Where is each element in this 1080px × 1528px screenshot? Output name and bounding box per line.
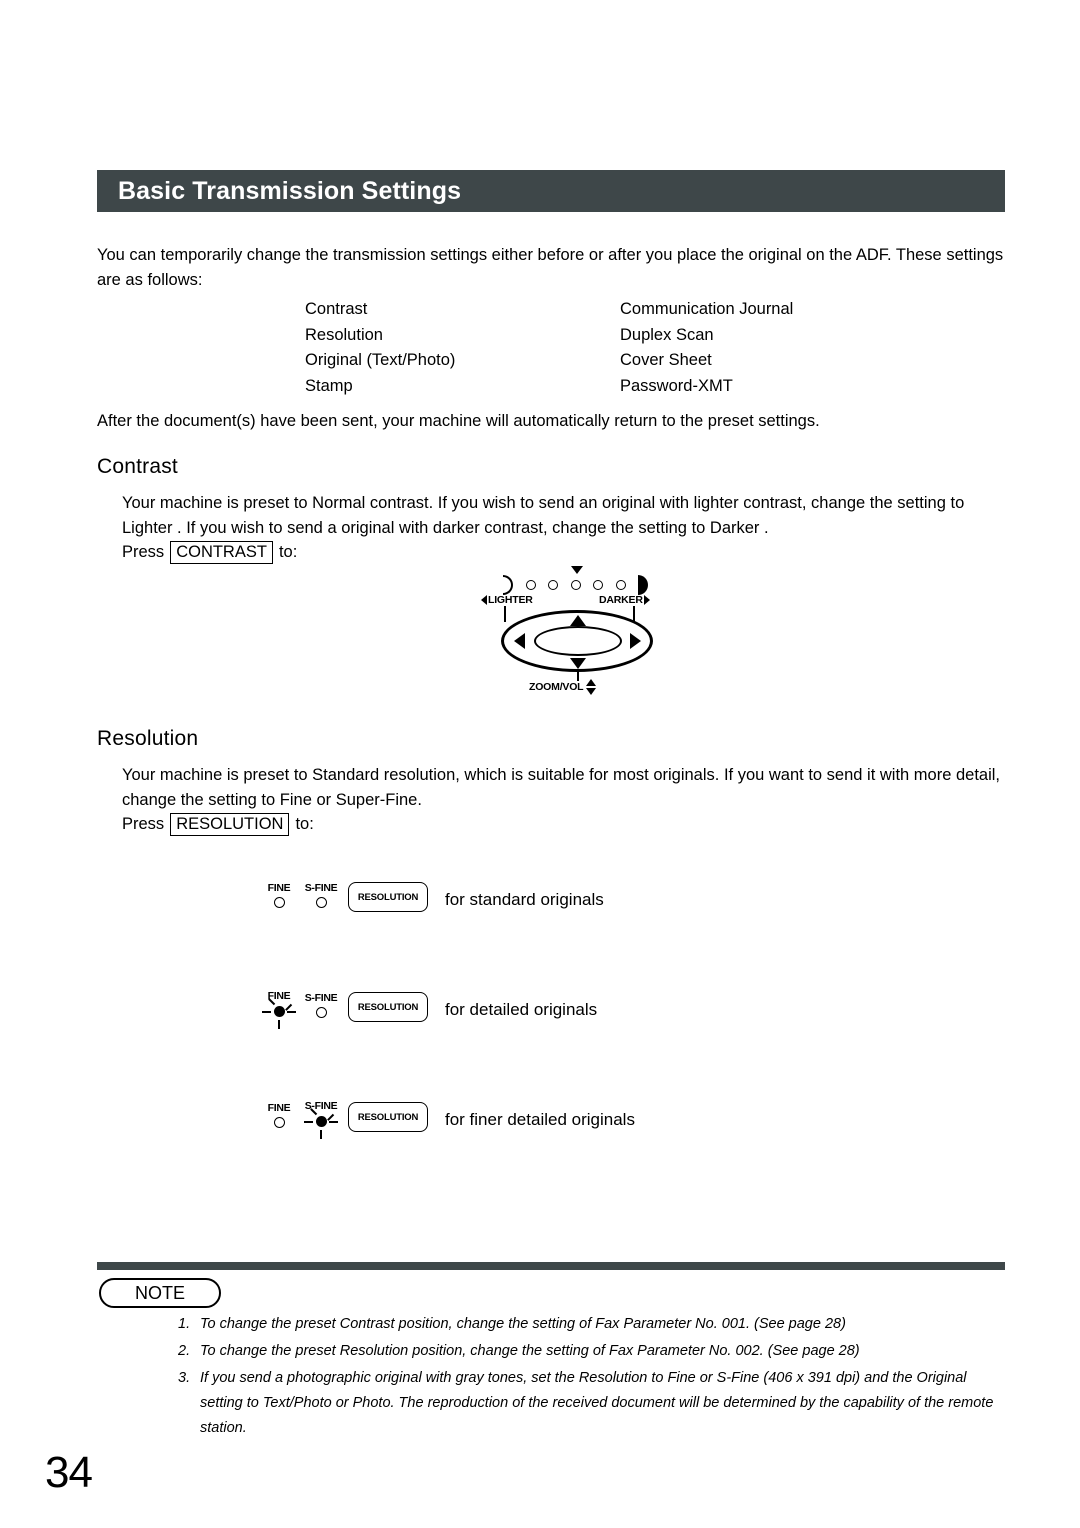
note-text: To change the preset Contrast position, … xyxy=(200,1316,846,1332)
fine-led-group: FINE xyxy=(258,1086,300,1136)
contrast-position-marker-icon xyxy=(571,566,583,574)
note-number: 2. xyxy=(178,1343,191,1359)
sfine-led-label: S-FINE xyxy=(304,992,338,1004)
after-send-paragraph: After the document(s) have been sent, yo… xyxy=(97,412,820,430)
press-prefix: Press xyxy=(122,815,165,833)
note-item: 1. To change the preset Contrast positio… xyxy=(178,1312,1008,1337)
nav-right-arrow-icon[interactable] xyxy=(630,633,641,649)
note-item: 2. To change the preset Resolution posit… xyxy=(178,1339,1008,1364)
lighter-arrow-icon xyxy=(481,595,487,605)
press-suffix: to: xyxy=(295,815,314,833)
section-body-contrast: Your machine is preset to Normal contras… xyxy=(122,494,965,537)
section-body-resolution: Your machine is preset to Standard resol… xyxy=(122,766,1000,809)
contrast-control-diagram: LIGHTER DARKER ZOOM/VOL xyxy=(481,566,667,701)
settings-item-right: Communication Journal xyxy=(620,300,794,318)
fine-led-group: FINE xyxy=(258,866,300,916)
lighter-end-indicator-icon xyxy=(503,575,513,595)
note-item: 3. If you send a photographic original w… xyxy=(178,1366,1008,1441)
fine-led-group: FINE xyxy=(258,976,300,1029)
lighter-label-group: LIGHTER xyxy=(481,594,533,606)
press-contrast-line: Press CONTRAST to: xyxy=(122,541,297,564)
note-badge: NOTE xyxy=(99,1278,221,1308)
press-resolution-line: Press RESOLUTION to: xyxy=(122,813,314,836)
resolution-state-row: FINE S-FINE RESOLUTION for finer detaile… xyxy=(258,1082,635,1139)
nav-down-arrow-icon[interactable] xyxy=(570,658,586,669)
zoom-vol-label: ZOOM/VOL xyxy=(529,681,584,693)
sfine-led-group: S-FINE xyxy=(300,976,342,1026)
zoom-vol-label-group: ZOOM/VOL xyxy=(529,679,597,695)
resolution-button[interactable]: RESOLUTION xyxy=(348,1102,428,1132)
sfine-led-off-icon xyxy=(315,1007,327,1018)
note-number: 1. xyxy=(178,1316,191,1332)
section-heading-resolution: Resolution xyxy=(97,727,199,750)
resolution-state-row: FINE S-FINE RESOLUTION for standard orig… xyxy=(258,862,604,916)
fine-led-off-icon xyxy=(273,897,285,908)
fine-led-label: FINE xyxy=(267,882,291,894)
page-title: Basic Transmission Settings xyxy=(118,176,462,205)
settings-list: Contrast Communication Journal Resolutio… xyxy=(305,297,925,399)
resolution-row-caption: for detailed originals xyxy=(445,1000,598,1019)
sfine-led-off-icon xyxy=(315,897,327,908)
settings-item-left: Original (Text/Photo) xyxy=(305,351,456,369)
contrast-led-1-icon xyxy=(525,580,536,590)
contrast-led-4-icon xyxy=(593,580,603,590)
intro-paragraph: You can temporarily change the transmiss… xyxy=(97,246,1004,289)
darker-label: DARKER xyxy=(599,594,643,606)
sfine-led-group: S-FINE xyxy=(300,866,342,916)
fine-led-label: FINE xyxy=(267,1102,291,1114)
navigation-pad-center[interactable] xyxy=(534,626,622,656)
page-header-bar: Basic Transmission Settings xyxy=(97,170,1005,212)
up-down-arrow-icon xyxy=(586,679,597,695)
settings-list-row: Contrast Communication Journal xyxy=(305,297,925,323)
settings-item-right: Duplex Scan xyxy=(620,325,714,344)
sfine-led-label: S-FINE xyxy=(304,1100,338,1112)
press-prefix: Press xyxy=(122,543,165,561)
settings-item-right: Cover Sheet xyxy=(620,351,712,369)
nav-up-arrow-icon[interactable] xyxy=(570,615,586,626)
resolution-row-caption: for standard originals xyxy=(445,890,604,909)
note-text: If you send a photographic original with… xyxy=(200,1370,994,1436)
contrast-led-row xyxy=(503,574,648,596)
contrast-led-5-icon xyxy=(615,580,626,590)
resolution-button[interactable]: RESOLUTION xyxy=(348,882,428,912)
darker-end-indicator-icon xyxy=(638,575,648,595)
contrast-led-2-icon xyxy=(548,580,558,590)
resolution-key-label[interactable]: RESOLUTION xyxy=(170,813,290,836)
contrast-key-label[interactable]: CONTRAST xyxy=(170,541,273,564)
contrast-led-3-icon xyxy=(570,580,581,590)
note-text: To change the preset Resolution position… xyxy=(200,1343,860,1359)
fine-led-off-icon xyxy=(273,1117,285,1128)
settings-item-right: Password-XMT xyxy=(620,376,733,395)
lighter-label: LIGHTER xyxy=(488,594,533,606)
sfine-led-group: S-FINE xyxy=(300,1086,342,1139)
section-heading-contrast: Contrast xyxy=(97,455,178,478)
resolution-row-caption: for finer detailed originals xyxy=(445,1110,635,1129)
darker-arrow-icon xyxy=(643,595,650,605)
press-suffix: to: xyxy=(278,543,298,561)
settings-item-left: Resolution xyxy=(305,325,383,344)
note-list: 1. To change the preset Contrast positio… xyxy=(178,1312,1008,1443)
settings-item-left: Contrast xyxy=(305,300,368,318)
darker-label-group: DARKER xyxy=(599,594,650,606)
resolution-state-row: FINE S-FINE RESOLUTION for detailed orig… xyxy=(258,972,598,1029)
fine-led-on-icon xyxy=(262,997,296,1029)
note-number: 3. xyxy=(178,1370,191,1386)
sfine-led-on-icon xyxy=(304,1107,338,1139)
settings-list-row: Stamp Password-XMT xyxy=(305,374,925,400)
nav-left-arrow-icon[interactable] xyxy=(514,633,525,649)
lighter-tick-icon xyxy=(504,606,506,622)
sfine-led-label: S-FINE xyxy=(304,882,338,894)
settings-item-left: Stamp xyxy=(305,376,353,395)
settings-list-row: Resolution Duplex Scan xyxy=(305,323,925,349)
page-number: 34 xyxy=(45,1448,93,1497)
resolution-button[interactable]: RESOLUTION xyxy=(348,992,428,1022)
settings-list-row: Original (Text/Photo) Cover Sheet xyxy=(305,348,925,374)
note-divider-rule xyxy=(97,1262,1005,1270)
